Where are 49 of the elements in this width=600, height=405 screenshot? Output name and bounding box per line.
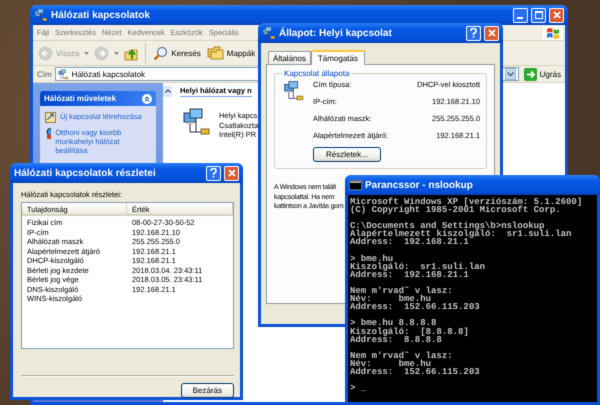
chevron-up-icon — [164, 89, 170, 93]
close-icon — [488, 29, 496, 37]
network-connection-icon — [262, 26, 276, 40]
search-icon — [153, 46, 168, 60]
console-output: Microsoft Windows XP [verziószám: 5.1.2600] (C) Copyright 1985-2001 Microsoft Corp. — [350, 198, 584, 214]
maximize-icon — [534, 11, 542, 19]
close-dialog-button[interactable]: Bezárás — [180, 383, 234, 398]
question-mark-icon — [470, 28, 477, 38]
console-output: C:\Documents and Settings\b>nslookup Alapértelmezett kiszolgáló: sr1.suli.lan Address: 192.168.21.1 — [350, 222, 572, 247]
minimize-button[interactable] — [513, 8, 528, 22]
help-button[interactable] — [206, 166, 221, 180]
maximize-button[interactable] — [531, 8, 546, 22]
chevron-up-icon — [144, 96, 150, 102]
close-button[interactable] — [484, 26, 499, 40]
help-button[interactable] — [466, 26, 481, 40]
console-icon — [349, 180, 362, 190]
folders-button[interactable]: Mappák — [206, 45, 256, 61]
console-output: > bme.hu 8.8.8.8 Kiszolgáló: [8.8.8.8] Address: 8.8.8.8 — [350, 319, 470, 344]
search-button[interactable]: Keresés — [152, 44, 202, 62]
console-output: Nem m'rvad˜ v lasz: Név: bme.hu Address: 152.66.115.203 — [350, 287, 481, 312]
new-connection-icon — [45, 112, 56, 123]
collapse-button[interactable] — [142, 94, 152, 104]
console-output: > _ — [350, 384, 368, 392]
question-mark-icon — [210, 168, 217, 178]
tab[interactable]: Támogatás — [310, 50, 365, 65]
close-button[interactable] — [549, 8, 564, 22]
window-title: Hálózati kapcsolatok — [51, 10, 151, 20]
console-output: > bme.hu Kiszolgáló: sr1.suli.lan Address: 192.168.21.1 — [350, 254, 486, 279]
panel-title: Hálózati műveletek — [44, 94, 116, 103]
collapse-button[interactable] — [163, 86, 172, 96]
group-title: Kapcsolat állapota — [283, 69, 350, 78]
console-output: Nem m'rvad˜ v lasz: Név: bme.hu Address: 152.66.115.203 — [350, 352, 481, 376]
address-label: Cím — [37, 70, 52, 78]
network-connection-icon — [182, 107, 212, 137]
window-title: Parancssor - nslookup — [365, 180, 474, 190]
go-arrow-icon — [524, 68, 537, 80]
close-icon — [552, 11, 560, 19]
dropdown-caret-icon[interactable] — [84, 52, 90, 54]
window-title: Hálózati kapcsolatok részletei — [14, 168, 157, 178]
details-button[interactable]: Részletek... — [313, 147, 381, 162]
tab[interactable]: Általános — [268, 51, 311, 64]
windows-flag-logo — [543, 26, 563, 40]
network-connection-icon — [283, 80, 305, 102]
window-title: Állapot: Helyi kapcsolat — [279, 28, 393, 38]
close-icon — [228, 169, 236, 177]
go-button[interactable]: Ugrás — [522, 68, 563, 80]
close-button[interactable] — [224, 166, 239, 180]
dropdown-caret-icon[interactable] — [114, 52, 120, 54]
folders-icon — [206, 46, 224, 60]
